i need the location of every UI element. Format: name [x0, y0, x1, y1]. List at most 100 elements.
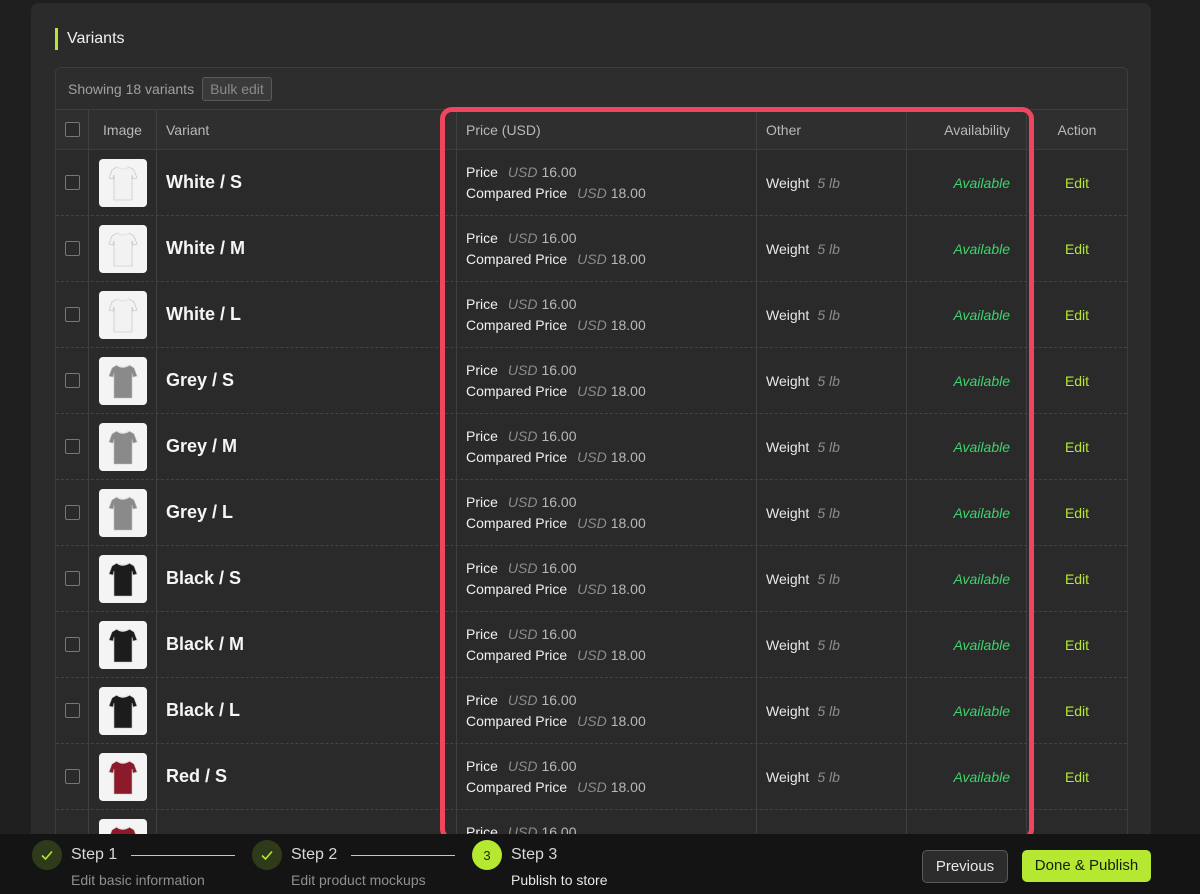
row-checkbox[interactable] [64, 769, 80, 784]
row-checkbox-cell [56, 480, 89, 545]
compared-price-label: Compared Price [466, 779, 568, 795]
row-checkbox[interactable] [64, 373, 80, 388]
compared-price-value: 18.00 [610, 647, 646, 663]
edit-link[interactable]: Edit [1065, 571, 1089, 587]
header-image: Image [89, 110, 157, 149]
variant-name: Black / S [166, 568, 242, 588]
variant-cell: Red / S [157, 744, 457, 809]
edit-link[interactable]: Edit [1065, 637, 1089, 653]
image-cell [89, 282, 157, 347]
compared-price-label: Compared Price [466, 515, 568, 531]
price-value: 16.00 [541, 164, 577, 180]
variant-thumbnail [98, 620, 147, 669]
price-currency: USD [507, 758, 538, 774]
variant-cell: Black / L [157, 678, 457, 743]
table-header-row: Image Variant Price (USD) Other Availabi… [56, 110, 1127, 150]
availability-cell: Available [907, 678, 1027, 743]
compared-price-value: 18.00 [610, 713, 646, 729]
price-label: Price [466, 560, 498, 576]
edit-link[interactable]: Edit [1065, 769, 1089, 785]
row-checkbox[interactable] [64, 175, 80, 190]
bulk-edit-button[interactable]: Bulk edit [202, 76, 272, 101]
image-cell [89, 150, 157, 215]
price-cell: Price USD16.00 Compared Price USD18.00 [457, 348, 757, 413]
row-checkbox[interactable] [64, 637, 80, 652]
previous-button[interactable]: Previous [922, 850, 1008, 883]
variant-cell: White / M [157, 216, 457, 281]
other-cell: Weight 5 lb [757, 546, 907, 611]
variant-thumbnail [98, 752, 147, 801]
other-cell: Weight 5 lb [757, 282, 907, 347]
price-currency: USD [507, 296, 538, 312]
select-all-checkbox[interactable] [64, 122, 80, 137]
variant-thumbnail [98, 488, 147, 537]
compared-currency: USD [577, 317, 607, 333]
edit-link[interactable]: Edit [1065, 307, 1089, 323]
price-cell: Price USD16.00 Compared Price USD18.00 [457, 612, 757, 677]
edit-link[interactable]: Edit [1065, 373, 1089, 389]
action-cell: Edit [1027, 348, 1127, 413]
weight-unit: lb [829, 570, 840, 587]
price-value: 16.00 [541, 230, 577, 246]
compared-currency: USD [577, 383, 607, 399]
variant-name: Grey / S [166, 370, 235, 390]
price-label: Price [466, 296, 498, 312]
weight-value: 5 [817, 240, 826, 257]
availability-cell: Available [907, 216, 1027, 281]
weight-label: Weight [766, 702, 810, 719]
done-publish-button[interactable]: Done & Publish [1022, 850, 1151, 882]
availability-cell: Available [907, 612, 1027, 677]
variant-cell: White / S [157, 150, 457, 215]
edit-link[interactable]: Edit [1065, 505, 1089, 521]
variant-cell: Black / S [157, 546, 457, 611]
variant-thumbnail [98, 158, 147, 207]
availability-cell: Available [907, 414, 1027, 479]
edit-link[interactable]: Edit [1065, 175, 1089, 191]
table-body: White / S Price USD 16.00 Compared Price … [56, 150, 1127, 848]
weight-value: 5 [817, 504, 826, 521]
weight-unit: lb [829, 372, 840, 389]
availability-status: Available [953, 768, 1010, 785]
variant-count: Showing 18 variants [68, 80, 195, 97]
other-cell: Weight 5 lb [757, 678, 907, 743]
availability-status: Available [953, 570, 1010, 587]
price-cell: Price USD16.00 Compared Price USD18.00 [457, 150, 757, 215]
compared-price-label: Compared Price [466, 449, 568, 465]
tshirt-icon [108, 165, 137, 200]
variant-cell: Grey / S [157, 348, 457, 413]
availability-cell: Available [907, 480, 1027, 545]
row-checkbox[interactable] [64, 439, 80, 454]
edit-link[interactable]: Edit [1065, 241, 1089, 257]
section-title: Variants [55, 28, 125, 50]
row-checkbox[interactable] [64, 307, 80, 322]
table-row: Grey / M Price USD 16.00 Compared Price U… [56, 414, 1127, 480]
wizard-footer: Step 1 Edit basic information Step 2 Edi… [0, 834, 1200, 894]
tshirt-icon [108, 627, 137, 662]
header-price: Price (USD) [457, 110, 757, 149]
compared-price-value: 18.00 [610, 515, 646, 531]
price-label: Price [466, 692, 498, 708]
edit-link[interactable]: Edit [1065, 439, 1089, 455]
compared-currency: USD [577, 185, 607, 201]
variant-cell: Grey / L [157, 480, 457, 545]
step-title: Step 3 [511, 846, 558, 863]
action-cell: Edit [1027, 744, 1127, 809]
row-checkbox-cell [56, 546, 89, 611]
variant-thumbnail [98, 686, 147, 735]
availability-status: Available [953, 174, 1010, 191]
other-cell: Weight 5 lb [757, 348, 907, 413]
action-cell: Edit [1027, 282, 1127, 347]
variant-name: White / M [166, 238, 245, 258]
tshirt-icon [108, 231, 137, 266]
row-checkbox[interactable] [64, 571, 80, 586]
row-checkbox[interactable] [64, 505, 80, 520]
variant-thumbnail [98, 554, 147, 603]
row-checkbox[interactable] [64, 241, 80, 256]
row-checkbox[interactable] [64, 703, 80, 718]
edit-link[interactable]: Edit [1065, 703, 1089, 719]
variant-name: Grey / M [166, 436, 238, 456]
weight-value: 5 [817, 174, 826, 191]
other-cell: Weight 5 lb [757, 216, 907, 281]
availability-status: Available [953, 372, 1010, 389]
table-row: White / M Price USD 16.00 Compared Price … [56, 216, 1127, 282]
